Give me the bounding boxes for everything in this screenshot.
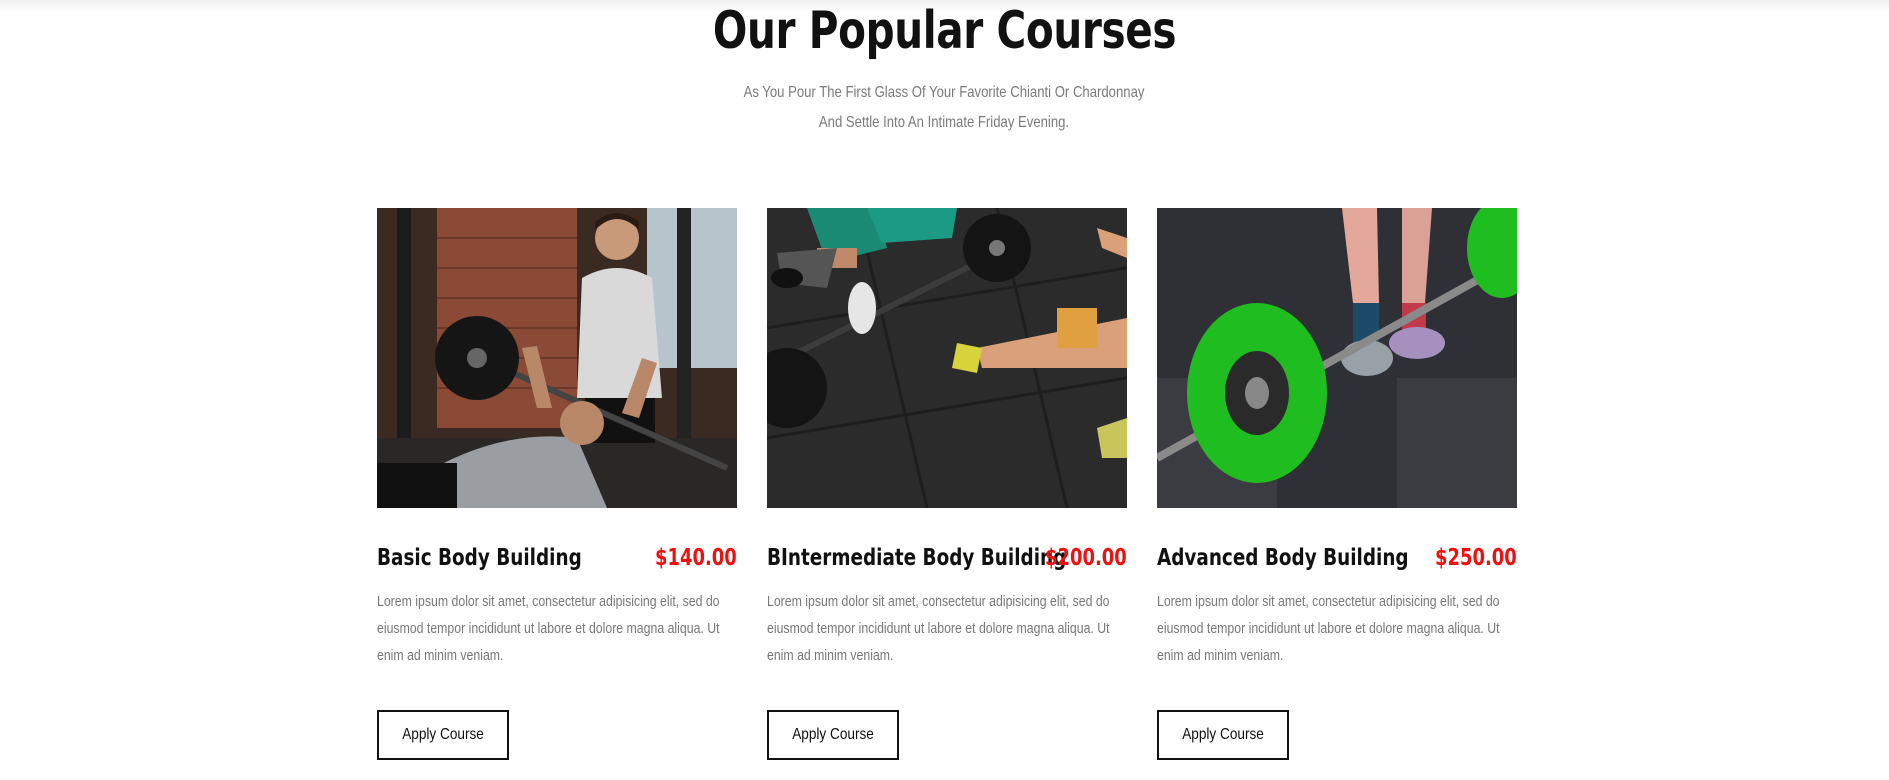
course-price: $140.00 (655, 545, 737, 571)
section-subtitle: As You Pour The First Glass Of Your Favo… (743, 84, 1145, 131)
section-title: Our Popular Courses (712, 1, 1177, 61)
apply-course-label: Apply Course (792, 726, 874, 743)
apply-course-button[interactable]: Apply Course (377, 710, 509, 760)
course-title: Basic Body Building (377, 545, 582, 571)
course-description: Lorem ipsum dolor sit amet, consectetur … (377, 593, 720, 664)
course-card-basic: Basic Body Building $140.00 Lorem ipsum … (377, 208, 737, 763)
apply-course-button[interactable]: Apply Course (767, 710, 899, 760)
course-image-green-plate-barbell[interactable] (1157, 208, 1517, 508)
apply-course-label: Apply Course (1182, 726, 1264, 743)
apply-course-label: Apply Course (402, 726, 484, 743)
course-price: $250.00 (1435, 545, 1517, 571)
course-card-intermediate: BIntermediate Body Building $200.00 Lore… (767, 208, 1127, 763)
course-card-advanced: Advanced Body Building $250.00 Lorem ips… (1157, 208, 1517, 763)
course-image-bench-press[interactable] (377, 208, 737, 508)
course-title: Advanced Body Building (1157, 545, 1409, 571)
course-price: $200.00 (1045, 545, 1127, 571)
course-description: Lorem ipsum dolor sit amet, consectetur … (1157, 593, 1500, 664)
course-title: BIntermediate Body Building (767, 545, 1067, 571)
course-description: Lorem ipsum dolor sit amet, consectetur … (767, 593, 1110, 664)
apply-course-button[interactable]: Apply Course (1157, 710, 1289, 760)
course-image-floor-barbell[interactable] (767, 208, 1127, 508)
